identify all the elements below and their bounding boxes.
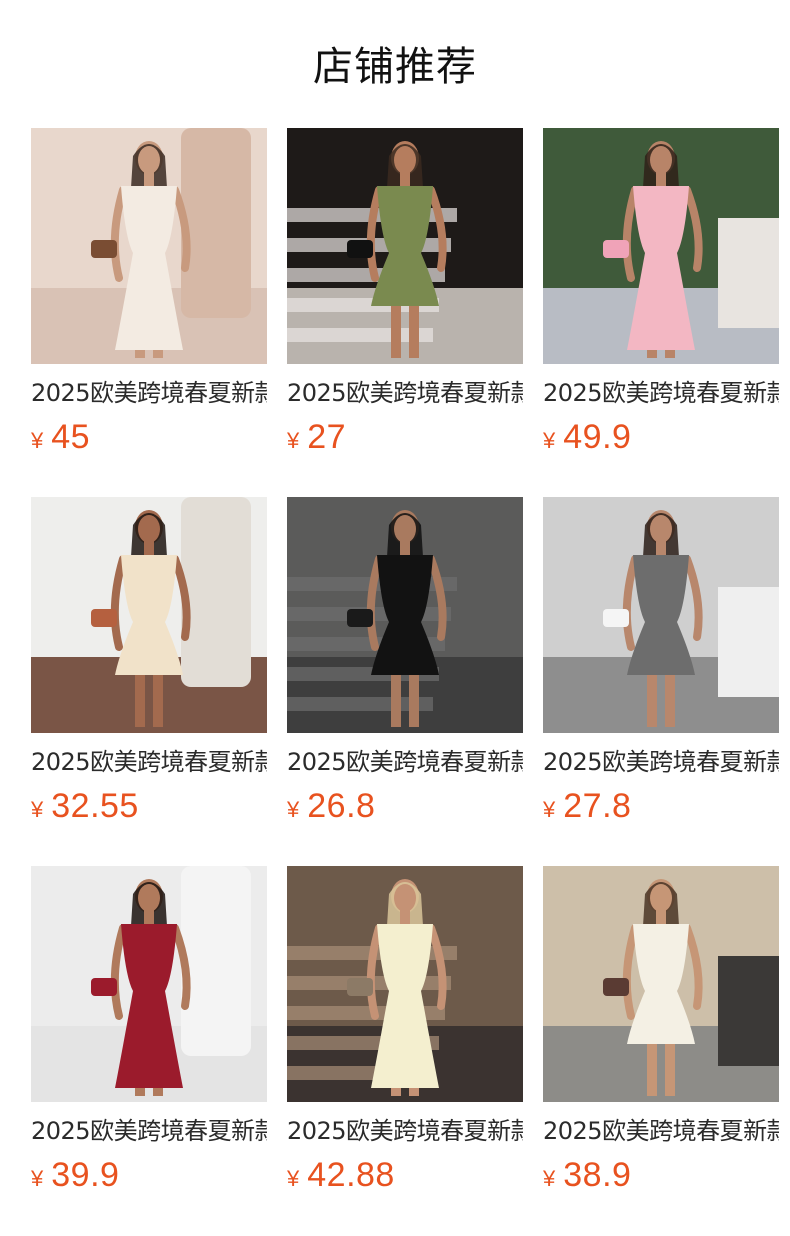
currency-symbol: ¥	[287, 1166, 300, 1191]
product-image[interactable]	[287, 128, 523, 364]
currency-symbol: ¥	[31, 1166, 44, 1191]
product-price: ¥27.8	[543, 787, 779, 826]
product-price: ¥45	[31, 418, 267, 457]
product-name[interactable]: 2025欧美跨境春夏新款女装	[31, 378, 267, 408]
product-name[interactable]: 2025欧美跨境春夏新款女装	[543, 1116, 779, 1146]
product-price: ¥39.9	[31, 1156, 267, 1195]
product-card[interactable]: 2025欧美跨境春夏新款女装 ¥42.88	[287, 866, 523, 1235]
product-card[interactable]: 2025欧美跨境春夏新款女装 ¥49.9	[543, 128, 779, 497]
product-price: ¥26.8	[287, 787, 523, 826]
product-card[interactable]: 2025欧美跨境春夏新款女装 ¥32.55	[31, 497, 267, 866]
currency-symbol: ¥	[287, 428, 300, 453]
product-grid: 2025欧美跨境春夏新款女装¥452025欧美跨境春夏新款女装¥272025欧美…	[31, 128, 779, 1235]
price-amount: 39.9	[51, 1156, 120, 1194]
product-price: ¥42.88	[287, 1156, 523, 1195]
product-image[interactable]	[287, 866, 523, 1102]
page-header: 店铺推荐	[0, 0, 790, 128]
product-price: ¥38.9	[543, 1156, 779, 1195]
currency-symbol: ¥	[31, 428, 44, 453]
product-card[interactable]: 2025欧美跨境春夏新款女装 ¥45	[31, 128, 267, 497]
product-price: ¥27	[287, 418, 523, 457]
currency-symbol: ¥	[31, 797, 44, 822]
product-card[interactable]: 2025欧美跨境春夏新款女装 ¥26.8	[287, 497, 523, 866]
page-title: 店铺推荐	[313, 44, 477, 90]
product-image[interactable]	[31, 497, 267, 733]
product-name[interactable]: 2025欧美跨境春夏新款女装	[31, 747, 267, 777]
price-amount: 26.8	[307, 787, 376, 825]
product-image[interactable]	[543, 128, 779, 364]
currency-symbol: ¥	[287, 797, 300, 822]
product-name[interactable]: 2025欧美跨境春夏新款女装	[287, 1116, 523, 1146]
price-amount: 32.55	[51, 787, 139, 825]
product-name[interactable]: 2025欧美跨境春夏新款女装	[287, 747, 523, 777]
currency-symbol: ¥	[543, 797, 556, 822]
product-price: ¥49.9	[543, 418, 779, 457]
price-amount: 45	[51, 418, 91, 456]
currency-symbol: ¥	[543, 1166, 556, 1191]
price-amount: 42.88	[307, 1156, 395, 1194]
product-card[interactable]: 2025欧美跨境春夏新款女装 ¥27.8	[543, 497, 779, 866]
product-card[interactable]: 2025欧美跨境春夏新款女装 ¥38.9	[543, 866, 779, 1235]
product-name[interactable]: 2025欧美跨境春夏新款女装	[543, 378, 779, 408]
currency-symbol: ¥	[543, 428, 556, 453]
price-amount: 27.8	[563, 787, 632, 825]
price-amount: 27	[307, 418, 347, 456]
product-card[interactable]: 2025欧美跨境春夏新款女装 ¥27	[287, 128, 523, 497]
product-image[interactable]	[543, 497, 779, 733]
product-image[interactable]	[31, 866, 267, 1102]
price-amount: 38.9	[563, 1156, 632, 1194]
price-amount: 49.9	[563, 418, 632, 456]
product-name[interactable]: 2025欧美跨境春夏新款女装	[287, 378, 523, 408]
product-image[interactable]	[543, 866, 779, 1102]
product-name[interactable]: 2025欧美跨境春夏新款女装	[543, 747, 779, 777]
product-image[interactable]	[31, 128, 267, 364]
product-card[interactable]: 2025欧美跨境春夏新款女装 ¥39.9	[31, 866, 267, 1235]
product-image[interactable]	[287, 497, 523, 733]
product-name[interactable]: 2025欧美跨境春夏新款女装	[31, 1116, 267, 1146]
product-price: ¥32.55	[31, 787, 267, 826]
